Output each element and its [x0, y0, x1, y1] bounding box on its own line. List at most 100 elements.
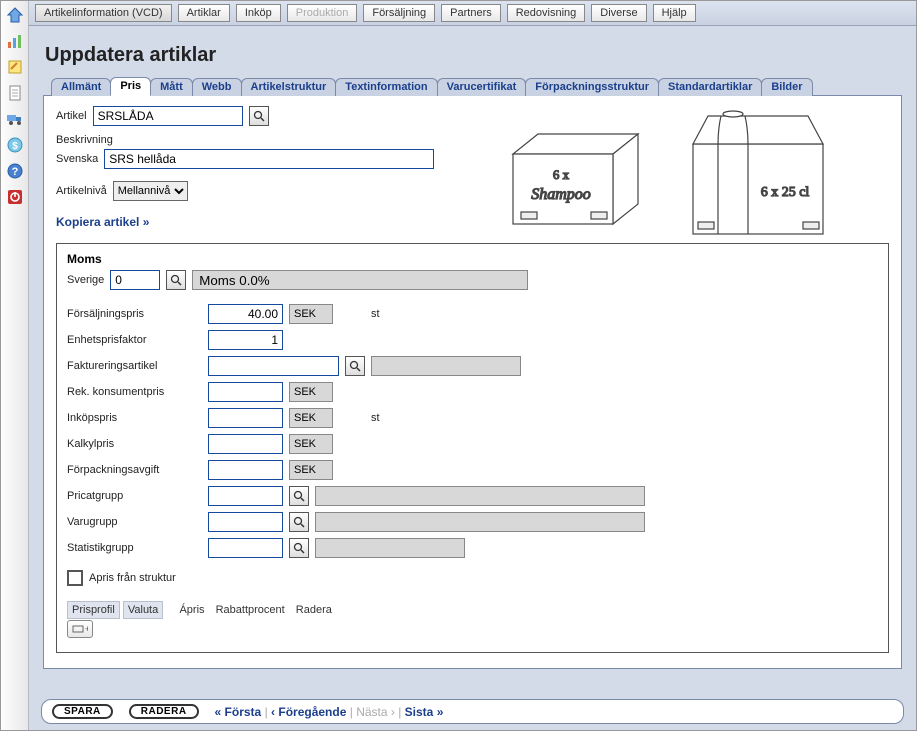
- topnav-partners[interactable]: Partners: [441, 4, 501, 22]
- left-sidebar: $ ?: [1, 1, 29, 730]
- artikel-search-button[interactable]: [249, 106, 269, 126]
- tab-artikelstruktur[interactable]: Artikelstruktur: [241, 78, 337, 96]
- tab-varucertifikat[interactable]: Varucertifikat: [437, 78, 527, 96]
- kalkylpris-currency: [289, 434, 333, 454]
- rek-konsumentpris-label: Rek. konsumentpris: [67, 386, 202, 398]
- kalkylpris-label: Kalkylpris: [67, 438, 202, 450]
- truck-icon[interactable]: [5, 109, 25, 129]
- forsaljningspris-currency: [289, 304, 333, 324]
- record-nav: « Första | ‹ Föregående | Nästa › | Sist…: [215, 705, 444, 719]
- svg-text:?: ?: [11, 166, 18, 178]
- artikel-label: Artikel: [56, 110, 87, 122]
- svg-text:$: $: [12, 141, 18, 152]
- nav-last[interactable]: Sista »: [405, 705, 444, 719]
- forpackningsavgift-input[interactable]: [208, 460, 283, 480]
- apris-checkbox-label: Apris från struktur: [89, 572, 176, 584]
- tab-allmant[interactable]: Allmänt: [51, 78, 111, 96]
- statistikgrupp-display: [315, 538, 465, 558]
- tab-textinformation[interactable]: Textinformation: [335, 78, 437, 96]
- moms-country-label: Sverige: [67, 274, 104, 286]
- forpackningsavgift-currency: [289, 460, 333, 480]
- chart-icon[interactable]: [5, 31, 25, 51]
- svg-text:+: +: [85, 624, 88, 634]
- moms-search-button[interactable]: [166, 270, 186, 290]
- tab-bilder[interactable]: Bilder: [761, 78, 812, 96]
- col-rabattprocent: Rabattprocent: [212, 602, 289, 618]
- varugrupp-label: Varugrupp: [67, 516, 202, 528]
- moms-code-input[interactable]: [110, 270, 160, 290]
- nav-next: Nästa ›: [356, 705, 395, 719]
- tab-forpackningsstruktur[interactable]: Förpackningsstruktur: [525, 78, 659, 96]
- home-icon[interactable]: [5, 5, 25, 25]
- forsaljningspris-input[interactable]: [208, 304, 283, 324]
- topnav-forsaljning[interactable]: Försäljning: [363, 4, 435, 22]
- tab-panel-pris: 6 x Shampoo 6 x 25 cl: [43, 95, 902, 669]
- topnav-artiklar[interactable]: Artiklar: [178, 4, 230, 22]
- delete-button[interactable]: RADERA: [129, 704, 199, 719]
- statistikgrupp-input[interactable]: [208, 538, 283, 558]
- svg-text:Shampoo: Shampoo: [531, 186, 591, 203]
- svg-text:6 x: 6 x: [553, 167, 570, 182]
- varugrupp-input[interactable]: [208, 512, 283, 532]
- apris-checkbox[interactable]: [67, 570, 83, 586]
- tab-standardartiklar[interactable]: Standardartiklar: [658, 78, 762, 96]
- nav-prev[interactable]: ‹ Föregående: [271, 705, 346, 719]
- faktureringsartikel-search-button[interactable]: [345, 356, 365, 376]
- inkopspris-currency: [289, 408, 333, 428]
- topnav-produktion: Produktion: [287, 4, 358, 22]
- tab-matt[interactable]: Mått: [150, 78, 193, 96]
- help-icon[interactable]: ?: [5, 161, 25, 181]
- beskrivning-lang-label: Svenska: [56, 153, 98, 165]
- nav-first[interactable]: « Första: [215, 705, 262, 719]
- enhetsprisfaktor-label: Enhetsprisfaktor: [67, 334, 202, 346]
- col-prisprofil: Prisprofil: [67, 601, 120, 619]
- note-icon[interactable]: [5, 57, 25, 77]
- topnav-redovisning[interactable]: Redovisning: [507, 4, 586, 22]
- kalkylpris-input[interactable]: [208, 434, 283, 454]
- moms-title: Moms: [67, 252, 878, 266]
- moms-display: [192, 270, 528, 290]
- inkopspris-suffix: st: [371, 412, 878, 424]
- artikelniva-label: Artikelnivå: [56, 185, 107, 197]
- topnav-diverse[interactable]: Diverse: [591, 4, 646, 22]
- faktureringsartikel-label: Faktureringsartikel: [67, 360, 202, 372]
- statistikgrupp-search-button[interactable]: [289, 538, 309, 558]
- top-nav: Artikelinformation (VCD) Artiklar Inköp …: [29, 1, 916, 26]
- topnav-artikelinformation[interactable]: Artikelinformation (VCD): [35, 4, 172, 22]
- varugrupp-display: [315, 512, 645, 532]
- forsaljningspris-suffix: st: [371, 308, 878, 320]
- pricatgrupp-input[interactable]: [208, 486, 283, 506]
- kopiera-artikel-link[interactable]: Kopiera artikel »: [56, 215, 149, 229]
- beskrivning-input[interactable]: [104, 149, 434, 169]
- pricatgrupp-search-button[interactable]: [289, 486, 309, 506]
- enhetsprisfaktor-input[interactable]: [208, 330, 283, 350]
- footer-bar: SPARA RADERA « Första | ‹ Föregående | N…: [41, 699, 904, 724]
- inkopspris-label: Inköpspris: [67, 412, 202, 424]
- faktureringsartikel-input[interactable]: [208, 356, 339, 376]
- topnav-inkop[interactable]: Inköp: [236, 4, 281, 22]
- inkopspris-input[interactable]: [208, 408, 283, 428]
- tab-pris[interactable]: Pris: [110, 77, 151, 96]
- save-button[interactable]: SPARA: [52, 704, 113, 719]
- artikel-input[interactable]: [93, 106, 243, 126]
- add-row-button[interactable]: +: [67, 620, 93, 638]
- col-apris: Ápris: [175, 602, 208, 618]
- tab-webb[interactable]: Webb: [192, 78, 242, 96]
- col-radera: Radera: [292, 602, 336, 618]
- coin-icon[interactable]: $: [5, 135, 25, 155]
- topnav-hjalp[interactable]: Hjälp: [653, 4, 696, 22]
- doc-icon[interactable]: [5, 83, 25, 103]
- rek-konsumentpris-currency: [289, 382, 333, 402]
- svg-text:6 x 25 cl: 6 x 25 cl: [761, 185, 810, 200]
- artikelniva-select[interactable]: Mellannivå: [113, 181, 188, 201]
- forpackningsavgift-label: Förpackningsavgift: [67, 464, 202, 476]
- pricatgrupp-label: Pricatgrupp: [67, 490, 202, 502]
- forsaljningspris-label: Försäljningspris: [67, 308, 202, 320]
- statistikgrupp-label: Statistikgrupp: [67, 542, 202, 554]
- price-profile-table-header: Prisprofil Valuta Ápris Rabattprocent Ra…: [67, 604, 878, 616]
- rek-konsumentpris-input[interactable]: [208, 382, 283, 402]
- power-icon[interactable]: [5, 187, 25, 207]
- tab-strip: Allmänt Pris Mått Webb Artikelstruktur T…: [51, 77, 902, 96]
- col-valuta: Valuta: [123, 601, 163, 619]
- varugrupp-search-button[interactable]: [289, 512, 309, 532]
